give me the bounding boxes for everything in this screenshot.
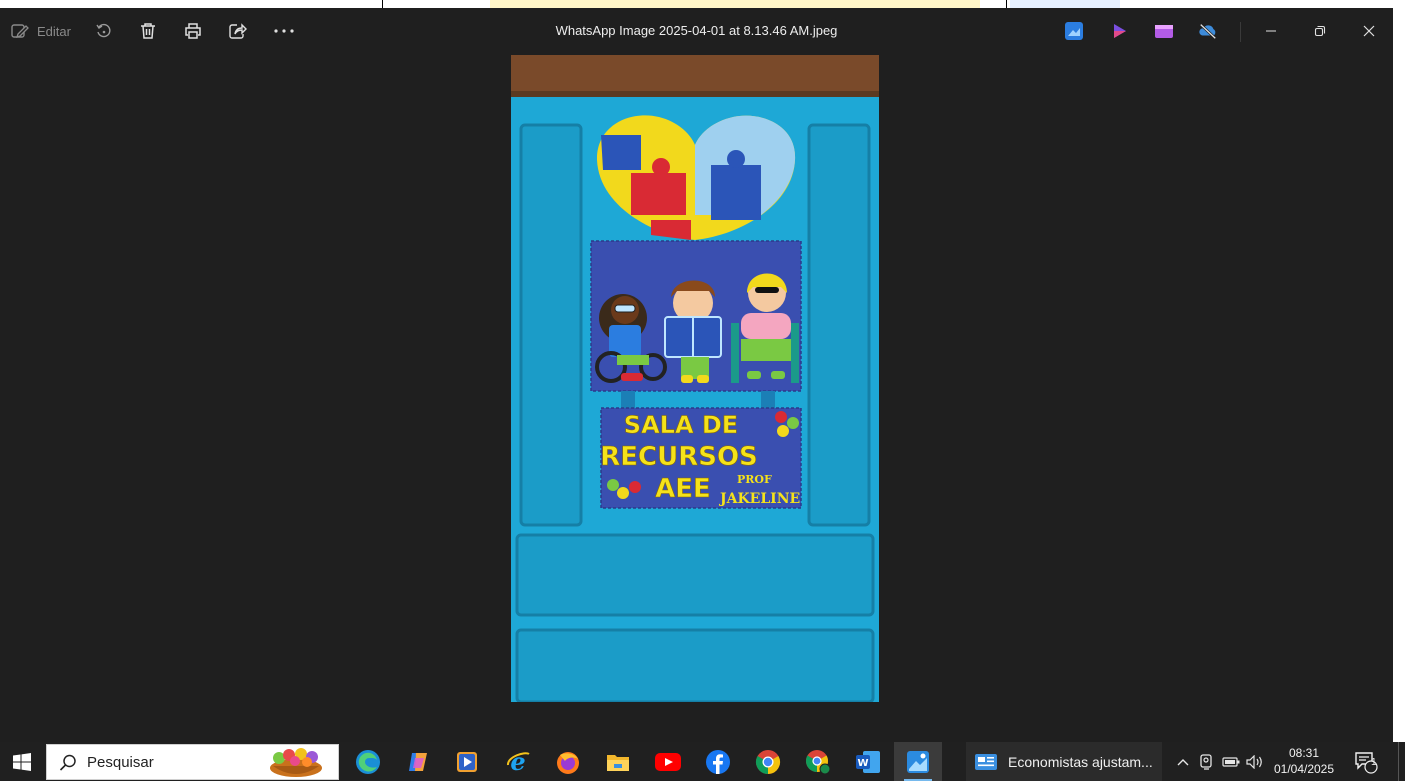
edit-button[interactable]: Editar [8, 16, 74, 46]
edit-label: Editar [37, 23, 71, 39]
file-explorer-taskbar-button[interactable] [594, 742, 642, 781]
edge-icon [356, 749, 380, 774]
background-window-edge [1393, 8, 1405, 742]
door-sign-image: SALA DE RECURSOS AEE PROF JAKELINE [511, 55, 879, 702]
toolbar-divider [1240, 22, 1241, 42]
firefox-taskbar-button[interactable] [544, 742, 592, 781]
close-icon [1363, 25, 1375, 37]
sign-line-1: SALA DE [624, 411, 738, 439]
edit-icon [11, 24, 29, 39]
copilot-taskbar-button[interactable] [394, 742, 442, 781]
viewer-toolbar: Editar WhatsApp Image 2025-04-01 at 8.13… [0, 8, 1393, 54]
minimize-button[interactable] [1249, 16, 1293, 46]
media-player-taskbar-button[interactable] [443, 742, 491, 781]
delete-icon [141, 23, 155, 39]
window-title: WhatsApp Image 2025-04-01 at 8.13.46 AM.… [555, 23, 838, 38]
volume-control[interactable] [1244, 742, 1266, 781]
facebook-taskbar-button[interactable] [694, 742, 742, 781]
share-button[interactable] [224, 16, 252, 46]
internet-explorer-taskbar-button[interactable]: e [494, 742, 542, 781]
more-options-button[interactable] [269, 16, 299, 46]
show-desktop-button[interactable] [1398, 742, 1405, 781]
chevron-up-icon [1177, 758, 1189, 765]
taskbar-search-box[interactable]: Pesquisar [46, 744, 339, 780]
edge-taskbar-button[interactable] [344, 742, 392, 781]
photo-editor-icon[interactable] [1064, 21, 1084, 41]
sign-line-2: RECURSOS [600, 442, 758, 472]
word-icon: W [856, 750, 880, 773]
news-window-label: Economistas ajustam... [1008, 753, 1153, 770]
clock-time: 08:31 [1288, 746, 1320, 760]
chrome-profile-icon [806, 749, 831, 774]
delete-button[interactable] [134, 16, 162, 46]
windows-logo-icon [13, 752, 31, 771]
photos-taskbar-button[interactable] [894, 742, 942, 781]
webcam-icon [1200, 753, 1212, 770]
firefox-icon [557, 751, 579, 774]
youtube-taskbar-button[interactable] [644, 742, 692, 781]
battery-icon [1222, 756, 1240, 767]
rotate-icon [96, 23, 111, 38]
start-button[interactable] [0, 742, 44, 781]
notification-center-button[interactable]: 1 [1346, 742, 1386, 781]
news-icon [975, 753, 997, 770]
chrome-profile-taskbar-button[interactable] [794, 742, 842, 781]
share-icon [229, 23, 247, 39]
show-hidden-icons-button[interactable] [1172, 742, 1194, 781]
internet-explorer-icon: e [507, 749, 530, 775]
photos-icon [907, 750, 929, 773]
clock-date: 01/04/2025 [1273, 762, 1335, 776]
notification-count: 1 [1371, 757, 1377, 768]
speaker-icon [1246, 754, 1262, 769]
sign-prof: PROF [737, 473, 772, 486]
minimize-icon [1266, 30, 1276, 32]
sign-name: JAKELINE [718, 491, 800, 507]
youtube-icon [655, 752, 681, 771]
battery-indicator[interactable] [1220, 742, 1242, 781]
facebook-icon [706, 749, 730, 774]
chrome-taskbar-button[interactable] [744, 742, 792, 781]
rotate-button[interactable] [90, 16, 118, 46]
photos-viewer-window: Editar WhatsApp Image 2025-04-01 at 8.13… [0, 8, 1393, 742]
restore-icon [1314, 25, 1326, 37]
onedrive-off-icon[interactable] [1198, 21, 1218, 41]
sign-line-3: AEE [655, 474, 711, 504]
more-icon [274, 29, 294, 33]
video-editor-icon[interactable] [1154, 21, 1174, 41]
close-button[interactable] [1347, 16, 1391, 46]
search-icon [59, 754, 76, 771]
taskbar-clock[interactable]: 08:31 01/04/2025 [1266, 745, 1342, 777]
word-taskbar-button[interactable]: W [844, 742, 892, 781]
meet-now-button[interactable] [1196, 742, 1218, 781]
displayed-photo: SALA DE RECURSOS AEE PROF JAKELINE [511, 55, 879, 702]
news-window-button[interactable]: Economistas ajustam... [966, 742, 1162, 781]
copilot-icon [409, 752, 427, 771]
search-placeholder: Pesquisar [87, 754, 154, 771]
print-icon [185, 23, 201, 39]
print-button[interactable] [179, 16, 207, 46]
search-highlight-icon [270, 748, 322, 777]
svg-text:W: W [857, 758, 868, 769]
clipchamp-icon[interactable] [1110, 21, 1130, 41]
restore-button[interactable] [1298, 16, 1342, 46]
taskbar: Pesquisar e W Economistas ajustam... 08:… [0, 742, 1405, 781]
file-explorer-icon [607, 754, 629, 771]
media-player-icon [457, 751, 477, 772]
chrome-icon [755, 749, 781, 774]
background-window-strip [0, 0, 1405, 8]
